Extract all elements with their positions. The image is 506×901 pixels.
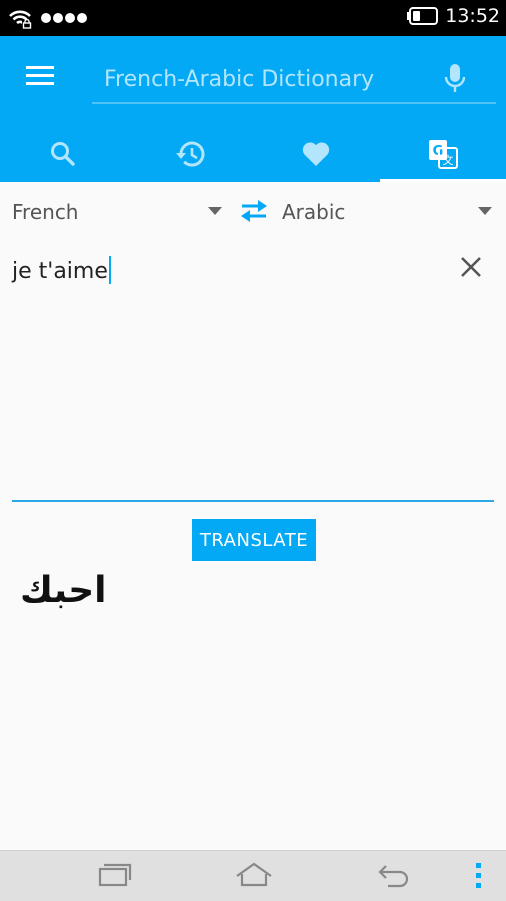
language-row: French Arabic [0,190,506,234]
overflow-menu-button[interactable] [466,860,490,892]
translate-icon: G 文 [428,139,458,169]
chevron-down-icon [208,207,222,215]
signal-dots-icon [40,12,88,24]
navigation-bar [0,850,506,901]
recent-apps-button[interactable] [94,860,134,892]
status-time: 13:52 [445,5,500,27]
translation-input[interactable]: je t'aime [12,248,494,502]
tab-bar: G 文 [0,126,506,182]
microphone-icon [442,62,468,96]
search-input[interactable] [102,60,426,98]
heart-icon [301,140,331,168]
source-language-select[interactable]: French [12,190,222,234]
status-right: 13:52 [407,5,500,27]
home-button[interactable] [234,860,274,892]
wifi-icon [8,7,32,29]
input-text-wrapper: je t'aime [12,256,111,284]
more-vertical-icon [466,860,490,892]
battery-icon [407,6,439,26]
search-bar [92,56,496,104]
svg-text:文: 文 [442,153,453,167]
tab-search[interactable] [0,126,127,182]
text-cursor [109,256,111,284]
chevron-down-icon [478,207,492,215]
app-header: G 文 [0,36,506,182]
clear-button[interactable] [458,254,484,280]
tab-translate[interactable]: G 文 [380,126,506,182]
back-button[interactable] [374,860,414,892]
swap-languages-button[interactable] [238,198,272,226]
hamburger-menu-icon [26,64,56,88]
translate-button[interactable]: TRANSLATE [192,519,316,561]
back-icon [374,860,414,890]
target-language-label: Arabic [282,200,345,224]
status-bar: 13:52 [0,0,506,36]
tab-favorites[interactable] [253,126,380,182]
target-language-select[interactable]: Arabic [282,190,496,234]
menu-button[interactable] [22,60,62,92]
tab-history[interactable] [127,126,254,182]
input-text: je t'aime [12,259,108,284]
translation-result: احبك [20,570,107,611]
close-icon [458,254,484,280]
search-icon [49,140,77,168]
home-icon [234,860,274,890]
swap-icon [238,198,270,224]
source-language-label: French [12,200,78,224]
voice-search-button[interactable] [442,62,470,98]
status-left [8,7,88,29]
history-icon [174,139,206,169]
recent-apps-icon [94,860,134,890]
